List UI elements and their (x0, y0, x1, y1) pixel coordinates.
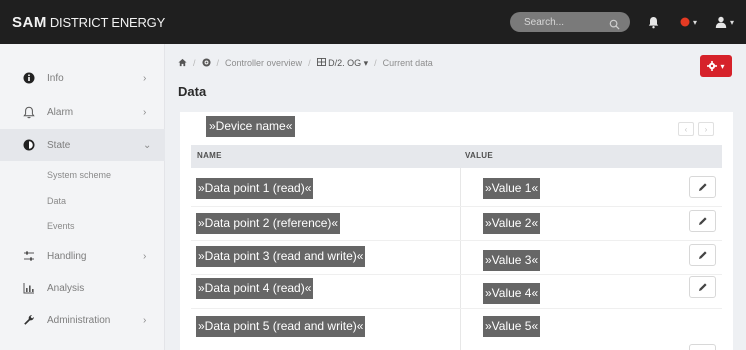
pencil-icon (698, 283, 707, 291)
app: SAM DISTRICT ENERGY ▾ ▾ Info › (0, 0, 746, 350)
chevron-right-icon: › (143, 250, 147, 262)
data-point-name: »Data point 3 (read and write)« (196, 246, 366, 267)
sidebar: Info › Alarm › State ⌄ System scheme Dat… (0, 44, 165, 350)
gauge-icon[interactable] (201, 57, 211, 69)
caret-down-icon: ▾ (730, 17, 735, 27)
row-divider (191, 206, 722, 207)
row-divider (191, 308, 722, 309)
sidebar-item-state[interactable]: State ⌄ (0, 129, 165, 161)
search-box (510, 12, 630, 32)
home-icon[interactable] (178, 58, 187, 69)
breadcrumb-controller-overview[interactable]: Controller overview (225, 58, 302, 68)
caret-down-icon: ▾ (720, 61, 725, 71)
row-divider (191, 274, 722, 275)
wrench-icon (22, 313, 36, 327)
user-menu[interactable]: ▾ (715, 13, 734, 31)
sidebar-item-label: Administration (47, 314, 111, 326)
gear-icon (707, 61, 718, 71)
edit-button[interactable] (689, 244, 716, 266)
status-dot-icon (680, 17, 690, 27)
data-point-value: »Value 2« (483, 213, 541, 234)
device-name: »Device name« (206, 116, 296, 137)
sidebar-item-label: State (47, 139, 71, 151)
column-divider (460, 168, 461, 350)
table-header: NAME VALUE (191, 145, 722, 168)
notifications-bell-icon[interactable] (648, 13, 659, 31)
chevron-down-icon: ⌄ (143, 139, 152, 151)
device-icon (316, 57, 326, 66)
breadcrumb-device-label: D/2. OG (328, 57, 362, 68)
settings-dropdown-button[interactable]: ▾ (700, 55, 732, 77)
sliders-icon (22, 249, 36, 263)
data-point-name: »Data point 2 (reference)« (196, 213, 341, 234)
pager-prev-button[interactable]: ‹ (678, 122, 694, 136)
brand-rest: DISTRICT ENERGY (49, 14, 166, 30)
chevron-right-icon: › (143, 314, 147, 326)
search-input[interactable] (524, 16, 609, 28)
sidebar-subitem-data[interactable]: Data (47, 196, 66, 206)
breadcrumb-device-dropdown[interactable]: D/2. OG ▾ (316, 57, 369, 69)
pencil-icon (698, 251, 707, 259)
caret-down-icon: ▾ (363, 57, 369, 68)
breadcrumb-separator: / (308, 58, 311, 68)
sidebar-subitem-events[interactable]: Events (47, 221, 75, 231)
sidebar-item-label: Handling (47, 250, 87, 262)
pencil-icon (698, 183, 707, 191)
edit-button[interactable] (689, 344, 716, 350)
data-point-name: »Data point 5 (read and write)« (196, 316, 366, 337)
edit-button[interactable] (689, 276, 716, 298)
breadcrumb-separator: / (374, 58, 377, 68)
pencil-icon (698, 217, 707, 225)
data-point-value: »Value 5« (483, 316, 541, 337)
half-circle-icon (22, 138, 36, 152)
row-divider (191, 240, 722, 241)
breadcrumb: / / Controller overview / D/2. OG ▾ / Cu… (178, 56, 433, 70)
sidebar-item-administration[interactable]: Administration › (0, 304, 165, 336)
sidebar-item-handling[interactable]: Handling › (0, 240, 165, 272)
data-point-value: »Value 3« (483, 250, 541, 271)
sidebar-item-alarm[interactable]: Alarm › (0, 96, 165, 128)
data-point-name: »Data point 4 (read)« (196, 278, 314, 299)
status-dropdown[interactable]: ▾ (680, 13, 697, 31)
pager-next-button[interactable]: › (698, 122, 714, 136)
bell-icon (22, 105, 36, 119)
sidebar-item-label: Alarm (47, 106, 74, 118)
chevron-right-icon: › (143, 72, 147, 84)
edit-button[interactable] (689, 210, 716, 232)
data-point-value: »Value 1« (483, 178, 541, 199)
info-icon (22, 71, 36, 85)
breadcrumb-current: Current data (382, 58, 433, 68)
sidebar-item-label: Info (47, 72, 64, 84)
user-icon (715, 16, 727, 28)
data-point-value: »Value 4« (483, 283, 541, 304)
sidebar-item-label: Analysis (47, 282, 85, 294)
brand-strong: SAM (12, 13, 47, 31)
data-point-name: »Data point 1 (read)« (196, 178, 314, 199)
top-bar: SAM DISTRICT ENERGY ▾ ▾ (0, 0, 746, 44)
sidebar-item-analysis[interactable]: Analysis (0, 272, 165, 304)
page-title: Data (178, 84, 207, 99)
caret-down-icon: ▾ (693, 17, 698, 27)
brand-logo[interactable]: SAM DISTRICT ENERGY (12, 12, 165, 32)
chart-icon (22, 281, 36, 295)
breadcrumb-separator: / (216, 58, 220, 68)
sidebar-item-info[interactable]: Info › (0, 62, 165, 94)
sidebar-subitem-system-scheme[interactable]: System scheme (47, 170, 111, 180)
column-header-name[interactable]: NAME (197, 151, 222, 160)
column-header-value[interactable]: VALUE (465, 151, 493, 160)
search-icon[interactable] (609, 17, 620, 30)
breadcrumb-separator: / (193, 58, 196, 68)
chevron-right-icon: › (143, 106, 147, 118)
edit-button[interactable] (689, 176, 716, 198)
